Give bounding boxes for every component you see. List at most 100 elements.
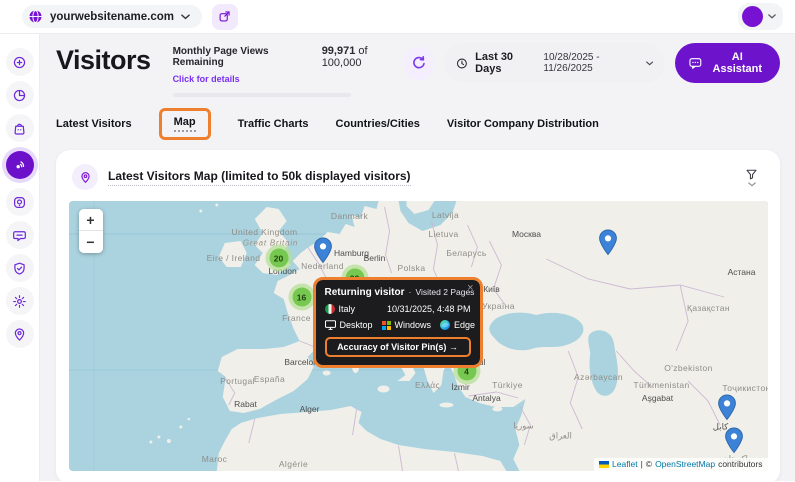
date-range-picker[interactable]: Last 30 Days 10/28/2025 - 11/26/2025 (444, 43, 665, 83)
location-pin-icon (79, 171, 92, 184)
map-zoom-control: + − (79, 209, 103, 253)
tooltip-device: Desktop (325, 320, 373, 330)
website-selector[interactable]: yourwebsitename.com (22, 5, 202, 28)
map-attribution: Leaflet | © OpenStreetMap contributors (594, 458, 767, 471)
visitors-map[interactable]: + − United KingdomGreat BritainEire / Ir… (69, 201, 768, 471)
external-link-icon (218, 10, 231, 23)
account-menu[interactable] (738, 3, 783, 30)
tab-map[interactable]: Map (174, 116, 196, 132)
refresh-icon (411, 55, 427, 71)
leaflet-link[interactable]: Leaflet (612, 459, 638, 469)
tooltip-country-label: Italy (339, 304, 356, 314)
chevron-down-icon (768, 14, 776, 19)
refresh-button[interactable] (404, 47, 434, 80)
tabs: Latest Visitors Map Traffic Charts Count… (56, 109, 780, 139)
avatar (742, 6, 763, 27)
tab-latest-visitors[interactable]: Latest Visitors (56, 118, 132, 130)
ai-assistant-button[interactable]: AI Assistant (675, 43, 780, 83)
period-range-text: 10/28/2025 - 11/26/2025 (543, 52, 641, 74)
chat-bubble-icon (12, 228, 27, 243)
monitor-icon (325, 320, 336, 330)
chat-icon (689, 57, 702, 70)
topbar: yourwebsitename.com (0, 0, 795, 34)
clock-icon (456, 57, 468, 70)
quota-details-link[interactable]: Click for details (173, 74, 240, 84)
zoom-in-button[interactable]: + (79, 209, 103, 231)
tooltip-title: Returning visitor (325, 287, 405, 298)
zoom-out-button[interactable]: − (79, 231, 103, 253)
attribution-contributors: contributors (718, 459, 762, 469)
accuracy-of-visitor-pins-button[interactable]: Accuracy of Visitor Pin(s) → (325, 337, 471, 357)
period-label: Last 30 Days (475, 51, 536, 75)
sidebar-item-dashboard[interactable] (6, 81, 34, 109)
pageviews-quota: Monthly Page Views Remaining 99,971 of 1… (173, 45, 405, 97)
openstreetmap-link[interactable]: OpenStreetMap (655, 459, 715, 469)
period-range: 10/28/2025 - 11/26/2025 (543, 52, 652, 74)
tooltip-device-label: Desktop (340, 320, 373, 330)
chevron-down-icon (646, 61, 653, 66)
map-filter-button[interactable] (745, 168, 758, 187)
quota-of: of (358, 45, 367, 57)
add-circle-icon (12, 55, 27, 70)
globe-icon (28, 9, 43, 24)
sidebar-item-feedback[interactable] (6, 221, 34, 249)
tooltip-os-label: Windows (395, 320, 432, 330)
sidebar-item-visitors[interactable] (6, 151, 34, 179)
sidebar-item-add[interactable] (6, 48, 34, 76)
map-card: Latest Visitors Map (limited to 50k disp… (56, 150, 780, 481)
location-pin-icon (12, 327, 27, 342)
open-website-button[interactable] (212, 4, 238, 30)
website-name: yourwebsitename.com (50, 11, 174, 23)
tooltip-country: Italy (325, 304, 356, 314)
sidebar-item-recordings[interactable] (6, 188, 34, 216)
tooltip-os: Windows (382, 320, 432, 330)
windows-icon (382, 321, 391, 330)
tooltip-browser-label: Edge (454, 320, 475, 330)
attribution-divider: | (641, 459, 643, 469)
funnel-icon (745, 168, 758, 181)
visitor-cluster-marker[interactable]: 20 (265, 245, 292, 272)
visitor-pin-marker[interactable] (724, 427, 744, 454)
shopping-bag-icon (12, 121, 27, 136)
visitor-tooltip: × Returning visitor · Visited 2 Pages It… (316, 280, 480, 365)
quota-numbers: 99,971 of 100,000 (322, 45, 404, 69)
gear-icon (12, 294, 27, 309)
camera-icon (12, 195, 27, 210)
tooltip-browser: Edge (440, 320, 475, 330)
attribution-copyright: © (646, 459, 652, 469)
map-pin-badge (72, 164, 98, 190)
shield-check-icon (12, 261, 27, 276)
annotation-highlight-box: × Returning visitor · Visited 2 Pages It… (313, 277, 483, 368)
tab-visitor-company-distribution[interactable]: Visitor Company Distribution (447, 118, 599, 130)
italy-flag-icon (325, 304, 335, 314)
page-title: Visitors (56, 45, 151, 76)
sidebar (0, 34, 40, 481)
chevron-down-icon (181, 14, 190, 20)
ukraine-flag-icon (599, 461, 609, 468)
edge-icon (440, 320, 450, 330)
visitor-pin-marker[interactable] (598, 229, 618, 256)
main-content: Visitors Monthly Page Views Remaining 99… (40, 34, 795, 481)
pie-chart-icon (12, 88, 27, 103)
card-title: Latest Visitors Map (limited to 50k disp… (108, 169, 411, 186)
tab-countries-cities[interactable]: Countries/Cities (336, 118, 420, 130)
tooltip-pages: Visited 2 Pages (416, 287, 475, 297)
page-header: Visitors Monthly Page Views Remaining 99… (56, 43, 780, 97)
tab-traffic-charts[interactable]: Traffic Charts (238, 118, 309, 130)
quota-used: 99,971 (322, 45, 356, 57)
sidebar-item-settings[interactable] (6, 287, 34, 315)
visitor-pin-marker[interactable] (717, 394, 737, 421)
quota-label: Monthly Page Views Remaining (173, 46, 312, 68)
sidebar-item-ecommerce[interactable] (6, 114, 34, 142)
visitors-radar-icon (12, 158, 27, 173)
quota-progress-bar (173, 93, 351, 97)
visitor-cluster-marker[interactable]: 16 (288, 284, 315, 311)
close-icon[interactable]: × (467, 283, 473, 294)
ai-assistant-label: AI Assistant (709, 51, 766, 75)
sidebar-item-locations[interactable] (6, 320, 34, 348)
annotation-highlight-box: Map (159, 108, 211, 140)
chevron-down-icon (748, 182, 756, 187)
visitor-pin-marker[interactable] (313, 237, 333, 264)
sidebar-item-privacy[interactable] (6, 254, 34, 282)
tooltip-datetime: 10/31/2025, 4:48 PM (387, 304, 471, 314)
